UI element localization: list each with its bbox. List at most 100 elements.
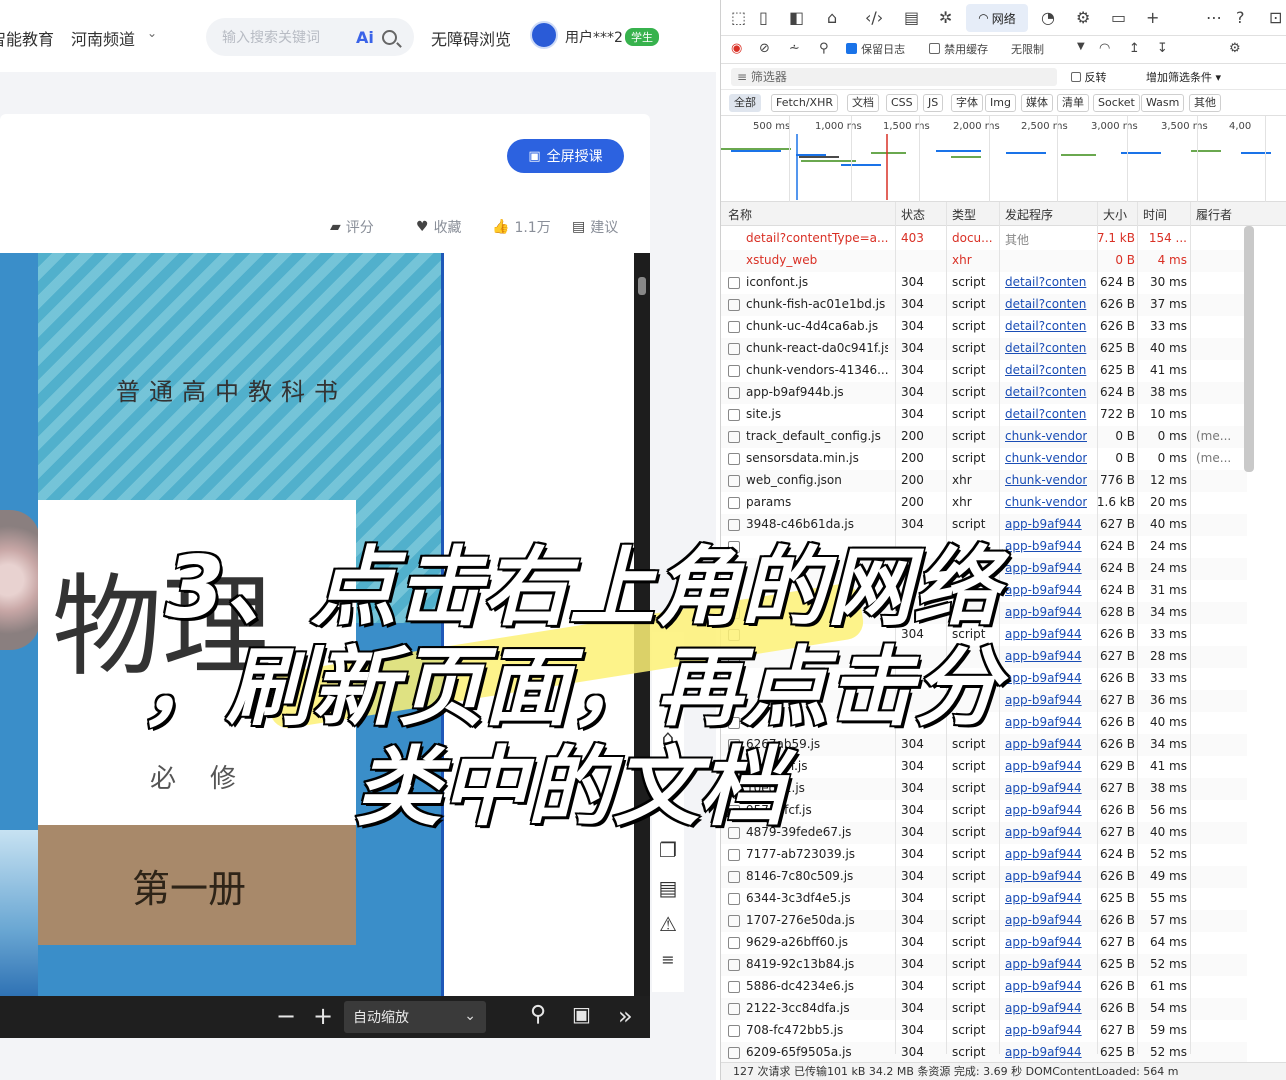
cell-init[interactable]: detail?conten — [1005, 407, 1087, 421]
table-row[interactable]: web_config.json 200 xhr chunk-vendor 776 B 12… — [721, 470, 1247, 492]
cell-init[interactable]: detail?conten — [1005, 319, 1087, 333]
cell-init[interactable]: app-b9af944 — [1005, 869, 1087, 883]
performance-icon[interactable]: ◔ — [1041, 8, 1055, 27]
more-filters-dropdown[interactable]: 增加筛选条件 ▾ — [1146, 69, 1221, 85]
cell-init[interactable]: app-b9af944 — [1005, 605, 1087, 619]
type-filter-6[interactable]: Img — [985, 94, 1016, 112]
column-header-6[interactable]: 履行者 — [1196, 206, 1232, 223]
inspect-icon[interactable]: ⬚ — [731, 8, 746, 27]
column-header-0[interactable]: 名称 — [728, 206, 752, 223]
type-filter-5[interactable]: 字体 — [951, 94, 983, 112]
table-row[interactable]: 95711fcf.js 304 script app-b9af944 626 B 56 m… — [721, 800, 1247, 822]
column-divider[interactable] — [1190, 202, 1191, 1054]
tab-network[interactable]: ◠ 网络 — [966, 4, 1028, 32]
disable-cache-checkbox[interactable]: 禁用缓存 — [929, 41, 988, 57]
cell-init[interactable]: 其他 — [1005, 231, 1087, 248]
search-icon[interactable]: ⚲ — [819, 41, 829, 56]
table-row[interactable]: 708-fc472bb5.js 304 script app-b9af944 627 B… — [721, 1020, 1247, 1042]
column-header-5[interactable]: 时间 — [1143, 206, 1167, 223]
table-row[interactable]: 10edd1.js 304 script app-b9af944 627 B 38 ms — [721, 778, 1247, 800]
suggest-button[interactable]: ▤ 建议 — [572, 217, 618, 237]
table-row[interactable]: detail?contentType=a... 403 docu... 其他 7.1 k… — [721, 228, 1247, 250]
cell-init[interactable]: app-b9af944 — [1005, 935, 1087, 949]
table-row[interactable]: 6209-65f9505a.js 304 script app-b9af944 625 … — [721, 1042, 1247, 1064]
cell-init[interactable]: app-b9af944 — [1005, 781, 1087, 795]
cell-init[interactable]: app-b9af944 — [1005, 979, 1087, 993]
type-filter-11[interactable]: 其他 — [1189, 94, 1221, 112]
cell-init[interactable]: app-b9af944 — [1005, 583, 1087, 597]
table-row[interactable]: 9629-a26bff60.js 304 script app-b9af944 627 … — [721, 932, 1247, 954]
like-button[interactable]: 👍 1.1万 — [492, 217, 551, 237]
upload-icon[interactable]: ↥ — [1129, 41, 1140, 56]
preserve-log-checkbox[interactable]: 保留日志 — [846, 41, 905, 57]
feedback-icon[interactable]: ⚠ — [656, 912, 680, 936]
rate-button[interactable]: ▰ 评分 — [330, 217, 374, 237]
column-header-4[interactable]: 大小 — [1103, 206, 1127, 223]
invert-checkbox[interactable]: 反转 — [1071, 69, 1107, 85]
cell-init[interactable]: chunk-vendor — [1005, 451, 1087, 465]
help-icon[interactable]: ? — [1236, 8, 1245, 27]
cell-init[interactable]: chunk-vendor — [1005, 495, 1087, 509]
cell-init[interactable]: chunk-vendor — [1005, 473, 1087, 487]
scroll-thumb[interactable] — [638, 277, 646, 295]
table-row[interactable]: chunk-fish-ac01e1bd.js 304 script detail?co… — [721, 294, 1247, 316]
timeline-waterfall[interactable] — [721, 134, 1286, 200]
record-icon[interactable]: ◉ — [731, 41, 742, 56]
column-header-3[interactable]: 发起程序 — [1005, 206, 1053, 223]
favorite-button[interactable]: ♥ 收藏 — [416, 217, 462, 237]
cell-init[interactable]: app-b9af944 — [1005, 1045, 1087, 1059]
nav-henan-channel[interactable]: 河南频道 — [71, 26, 135, 50]
cell-init[interactable]: app-b9af944 — [1005, 693, 1087, 707]
fullscreen-teach-button[interactable]: ▣ 全屏授课 — [507, 139, 624, 173]
table-row[interactable]: 3948-c46b61da.js 304 script app-b9af944 627 … — [721, 514, 1247, 536]
column-divider[interactable] — [1097, 202, 1098, 1054]
column-header-2[interactable]: 类型 — [952, 206, 976, 223]
cell-init[interactable]: app-b9af944 — [1005, 847, 1087, 861]
cell-init[interactable]: app-b9af944 — [1005, 715, 1087, 729]
cell-init[interactable]: app-b9af944 — [1005, 1023, 1087, 1037]
table-row[interactable]: sensorsdata.min.js 200 script chunk-vendor 0… — [721, 448, 1247, 470]
cell-init[interactable]: app-b9af944 — [1005, 957, 1087, 971]
cell-init[interactable]: app-b9af944 — [1005, 561, 1087, 575]
cell-init[interactable]: app-b9af944 — [1005, 627, 1087, 641]
nav-smart-education[interactable]: 智能教育 — [0, 26, 54, 50]
caret-down-icon[interactable]: ▼ — [1077, 41, 1085, 52]
table-row[interactable]: xstudy_web xhr 0 B 4 ms — [721, 250, 1247, 272]
cell-init[interactable]: app-b9af944 — [1005, 649, 1087, 663]
table-row[interactable]: 4879-39fede67.js 304 script app-b9af944 627 … — [721, 822, 1247, 844]
table-row[interactable]: chunk-react-da0c941f.js 304 script detail?c… — [721, 338, 1247, 360]
cell-init[interactable]: detail?conten — [1005, 385, 1087, 399]
settings-gear-icon[interactable]: ⚙ — [1229, 41, 1241, 56]
cell-init[interactable]: detail?conten — [1005, 341, 1087, 355]
table-row[interactable]: track_default_config.js 200 script chunk-ve… — [721, 426, 1247, 448]
type-filter-1[interactable]: Fetch/XHR — [771, 94, 838, 112]
type-filter-9[interactable]: Socket — [1093, 94, 1140, 112]
settings-gear-icon[interactable]: ⚙ — [1076, 8, 1090, 27]
document-icon[interactable]: ▤ — [656, 876, 680, 900]
type-filter-8[interactable]: 清单 — [1057, 94, 1089, 112]
cell-init[interactable]: app-b9af944 — [1005, 737, 1087, 751]
dock-icon[interactable]: ⊡ — [1269, 8, 1282, 27]
column-divider[interactable] — [1137, 202, 1138, 1054]
user-name[interactable]: 用户***2 — [565, 27, 623, 47]
table-scrollbar[interactable] — [1244, 226, 1254, 472]
more-icon[interactable]: ⋯ — [1206, 8, 1222, 27]
device-toolbar-icon[interactable]: ▯ — [759, 8, 768, 27]
presentation-icon[interactable]: ▣ — [572, 1002, 591, 1026]
type-filter-0[interactable]: 全部 — [729, 94, 761, 112]
table-row[interactable]: site.js 304 script detail?conten 722 B 10 ms — [721, 404, 1247, 426]
copy-icon[interactable]: ❐ — [656, 838, 680, 862]
cell-init[interactable]: app-b9af944 — [1005, 671, 1087, 685]
chevron-down-icon[interactable]: ⌄ — [147, 26, 157, 40]
table-row[interactable]: 2122-3cc84dfa.js 304 script app-b9af944 626 … — [721, 998, 1247, 1020]
cell-init[interactable]: detail?conten — [1005, 363, 1087, 377]
table-row[interactable]: iconfont.js 304 script detail?conten 624 B 30… — [721, 272, 1247, 294]
sidebar-icon[interactable]: ◧ — [789, 8, 804, 27]
column-divider[interactable] — [999, 202, 1000, 1054]
type-filter-10[interactable]: Wasm — [1141, 94, 1185, 112]
cell-init[interactable]: app-b9af944 — [1005, 759, 1087, 773]
cell-init[interactable]: detail?conten — [1005, 275, 1087, 289]
accessibility-link[interactable]: 无障碍浏览 — [431, 26, 511, 50]
cell-init[interactable]: app-b9af944 — [1005, 891, 1087, 905]
table-row[interactable]: 5886-dc4234e6.js 304 script app-b9af944 626 … — [721, 976, 1247, 998]
